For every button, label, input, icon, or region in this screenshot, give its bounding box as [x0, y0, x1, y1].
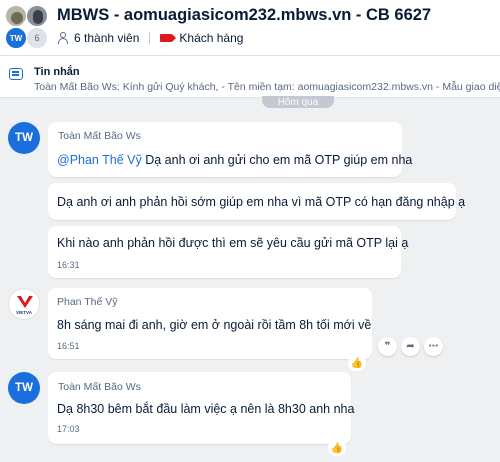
brand-logo-icon	[17, 296, 33, 308]
message-time: 16:51	[57, 341, 80, 351]
sender-name: Toàn Mất Bão Ws	[58, 381, 141, 393]
group-avatar[interactable]: TW 6	[5, 5, 49, 49]
message-bubble[interactable]: Toàn Mất Bão Ws @Phan Thế Vỹ Dạ anh ơi a…	[48, 122, 412, 177]
mention-link[interactable]: @Phan Thế Vỹ	[57, 153, 142, 167]
sender-avatar[interactable]: TW	[8, 122, 40, 154]
thumbs-up-icon[interactable]: 👍	[328, 440, 346, 456]
message-time: 17:03	[57, 424, 80, 434]
thumbs-up-icon[interactable]: 👍	[348, 355, 366, 371]
pinned-title: Tin nhắn	[34, 66, 80, 78]
conversation-meta: 6 thành viên Khách hàng	[57, 30, 243, 46]
avatar-brand-text: VIETVA	[16, 310, 32, 315]
message-text: Dạ anh ơi anh phản hồi sớm giúp em nha v…	[57, 195, 466, 209]
chat-header: TW 6 MBWS - aomuagiasicom232.mbws.vn - C…	[0, 0, 500, 56]
message-text: @Phan Thế Vỹ Dạ anh ơi anh gửi cho em mã…	[57, 153, 412, 167]
divider	[149, 32, 151, 44]
customer-tag[interactable]: Khách hàng	[179, 31, 243, 45]
pinned-preview: Toàn Mất Bão Ws: Kính gửi Quý khách, - T…	[34, 81, 500, 93]
conversation-title[interactable]: MBWS - aomuagiasicom232.mbws.vn - CB 662…	[57, 6, 431, 25]
sender-avatar[interactable]: TW	[8, 372, 40, 404]
message-icon	[9, 68, 23, 80]
forward-icon[interactable]: ➦	[401, 337, 420, 356]
member-count-badge: 6	[26, 27, 48, 49]
message-text: Dạ 8h30 bêm bắt đầu làm việc ạ nên là 8h…	[57, 402, 355, 416]
member-avatar-photo	[5, 5, 27, 27]
more-icon[interactable]: ⋯	[424, 337, 443, 356]
sender-name: Toàn Mất Bão Ws	[58, 130, 141, 142]
quote-icon[interactable]: ❞	[378, 337, 397, 356]
message-text: 8h sáng mai đi anh, giờ em ở ngoài rồi t…	[57, 318, 372, 332]
member-avatar-photo	[26, 5, 48, 27]
member-avatar-initials: TW	[5, 27, 27, 49]
message-text-body: Dạ anh ơi anh gửi cho em mã OTP giúp em …	[141, 153, 413, 167]
sender-name: Phan Thế Vỹ	[57, 296, 118, 308]
member-icon	[57, 32, 69, 44]
tag-icon	[160, 34, 177, 42]
message-time: 16:31	[57, 260, 80, 270]
message-bubble[interactable]: Toàn Mất Bão Ws Dạ 8h30 bêm bắt đầu làm …	[48, 372, 355, 444]
message-bubble[interactable]: Dạ anh ơi anh phản hồi sớm giúp em nha v…	[48, 183, 465, 220]
message-text: Khi nào anh phản hồi được thì em sẽ yêu …	[57, 236, 409, 250]
sender-avatar[interactable]: VIETVA	[8, 288, 40, 320]
message-bubble[interactable]: Phan Thế Vỹ 8h sáng mai đi anh, giờ em ở…	[48, 288, 372, 359]
message-bubble[interactable]: Khi nào anh phản hồi được thì em sẽ yêu …	[48, 226, 408, 278]
member-count[interactable]: 6 thành viên	[74, 31, 139, 45]
date-divider: Hôm qua	[262, 96, 334, 108]
